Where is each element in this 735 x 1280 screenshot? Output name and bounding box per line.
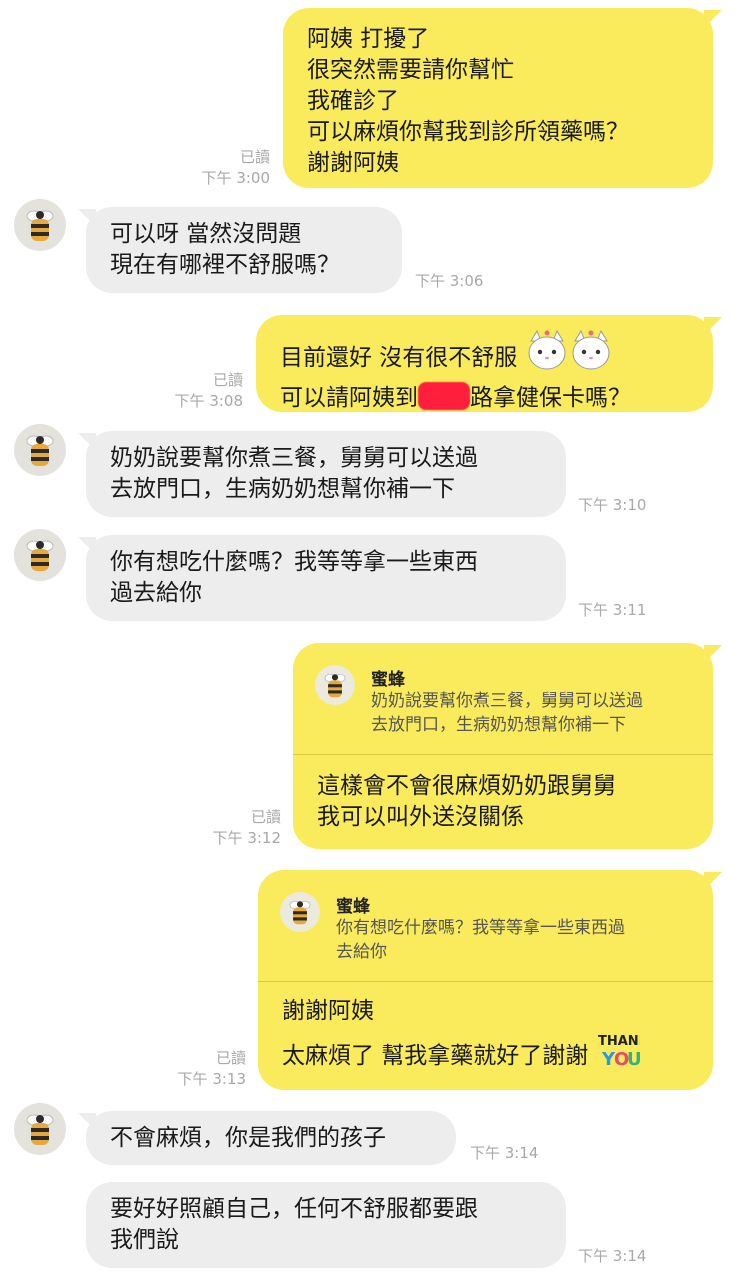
message-bubble-received[interactable]: 奶奶說要幫你煮三餐，舅舅可以送過 去放門口，生病奶奶想幫你補一下	[86, 431, 566, 517]
bubble-tail	[704, 317, 722, 335]
read-receipt: 已讀	[239, 148, 270, 166]
reply-bubble-sent[interactable]: 蜜蜂 你有想吃什麼嗎？我等等拿一些東西過 去給你 謝謝阿姨 太麻煩了 幫我拿藥就…	[258, 870, 713, 1090]
message-text: 去放門口，生病奶奶想幫你補一下	[110, 476, 455, 502]
bee-avatar-icon[interactable]	[14, 199, 66, 251]
message-bubble-received[interactable]: 可以呀 當然沒問題 現在有哪裡不舒服嗎？	[86, 207, 402, 293]
bee-avatar-icon[interactable]	[14, 1103, 66, 1155]
quoted-text: 奶奶說要幫你煮三餐，舅舅可以送過 去放門口，生病奶奶想幫你補一下	[371, 691, 643, 735]
timestamp: 下午 3:11	[578, 601, 647, 619]
quoted-message[interactable]: 蜜蜂 奶奶說要幫你煮三餐，舅舅可以送過 去放門口，生病奶奶想幫你補一下	[293, 643, 713, 755]
timestamp: 下午 3:10	[578, 496, 647, 514]
message-text: 要好好照顧自己，任何不舒服都要跟	[110, 1196, 478, 1222]
message-bubble-sent[interactable]: 目前還好 沒有很不舒服 可以請阿姨到 路拿健保卡嗎？	[256, 315, 713, 412]
message-bubble-received[interactable]: 要好好照顧自己，任何不舒服都要跟 我們說	[86, 1182, 566, 1268]
svg-text:U: U	[627, 1049, 640, 1070]
quoted-message[interactable]: 蜜蜂 你有想吃什麼嗎？我等等拿一些東西過 去給你	[258, 870, 713, 982]
timestamp: 下午 3:14	[578, 1247, 647, 1265]
message-text: 現在有哪裡不舒服嗎？	[110, 252, 340, 278]
reply-text: 謝謝阿姨 太麻煩了 幫我拿藥就好了謝謝 THANK Y O U	[282, 996, 650, 1080]
message-text: 目前還好 沒有很不舒服	[280, 329, 689, 382]
timestamp: 下午 3:06	[415, 272, 484, 290]
message-text: 你有想吃什麼嗎？我等等拿一些東西	[110, 549, 478, 575]
timestamp: 下午 3:00	[201, 169, 270, 187]
message-text: 這樣會不會很麻煩奶奶跟舅舅	[317, 773, 616, 799]
message-bubble-received[interactable]: 不會麻煩，你是我們的孩子	[86, 1111, 456, 1165]
message-text: 過去給你	[110, 580, 202, 606]
read-receipt: 已讀	[212, 371, 243, 389]
message-text: 阿姨 打擾了	[307, 26, 430, 52]
message-text: 我確診了	[307, 88, 399, 114]
read-receipt: 已讀	[250, 808, 281, 826]
bubble-tail	[704, 645, 722, 663]
timestamp: 下午 3:12	[212, 829, 281, 847]
message-text: 謝謝阿姨	[307, 150, 399, 176]
message-text: 很突然需要請你幫忙	[307, 57, 514, 83]
message-bubble-sent[interactable]: 阿姨 打擾了 很突然需要請你幫忙 我確診了 可以麻煩你幫我到診所領藥嗎？ 謝謝阿…	[283, 8, 713, 188]
timestamp: 下午 3:13	[177, 1070, 246, 1088]
message-text: 可以麻煩你幫我到診所領藥嗎？	[307, 119, 629, 145]
redaction-mark	[418, 382, 470, 410]
reply-bubble-sent[interactable]: 蜜蜂 奶奶說要幫你煮三餐，舅舅可以送過 去放門口，生病奶奶想幫你補一下 這樣會不…	[293, 643, 713, 849]
message-text: 我可以叫外送沒關係	[317, 804, 524, 830]
bee-avatar-icon	[315, 665, 355, 705]
message-text: 奶奶說要幫你煮三餐，舅舅可以送過	[110, 445, 478, 471]
message-text: 可以呀 當然沒問題	[110, 221, 302, 247]
message-text: 可以請阿姨到 路拿健保卡嗎？	[280, 382, 689, 414]
timestamp: 下午 3:14	[470, 1144, 539, 1162]
svg-text:THANK: THANK	[598, 1034, 640, 1049]
message-bubble-received[interactable]: 你有想吃什麼嗎？我等等拿一些東西 過去給你	[86, 535, 566, 621]
bubble-tail	[704, 872, 722, 890]
bee-avatar-icon[interactable]	[14, 529, 66, 581]
read-receipt: 已讀	[215, 1049, 246, 1067]
message-text: 太麻煩了 幫我拿藥就好了謝謝 THANK Y O U	[282, 1027, 650, 1080]
quoted-text: 你有想吃什麼嗎？我等等拿一些東西過 去給你	[336, 918, 625, 962]
message-text: 我們說	[110, 1227, 179, 1253]
message-text: 謝謝阿姨	[282, 998, 374, 1024]
thank-you-sticker-icon: THANK Y O U	[596, 1027, 650, 1080]
bee-avatar-icon[interactable]	[14, 424, 66, 476]
cats-sticker-icon	[525, 329, 613, 382]
message-text: 不會麻煩，你是我們的孩子	[110, 1125, 386, 1151]
reply-text: 這樣會不會很麻煩奶奶跟舅舅 我可以叫外送沒關係	[317, 771, 616, 833]
bee-avatar-icon	[280, 892, 320, 932]
timestamp: 下午 3:08	[174, 392, 243, 410]
